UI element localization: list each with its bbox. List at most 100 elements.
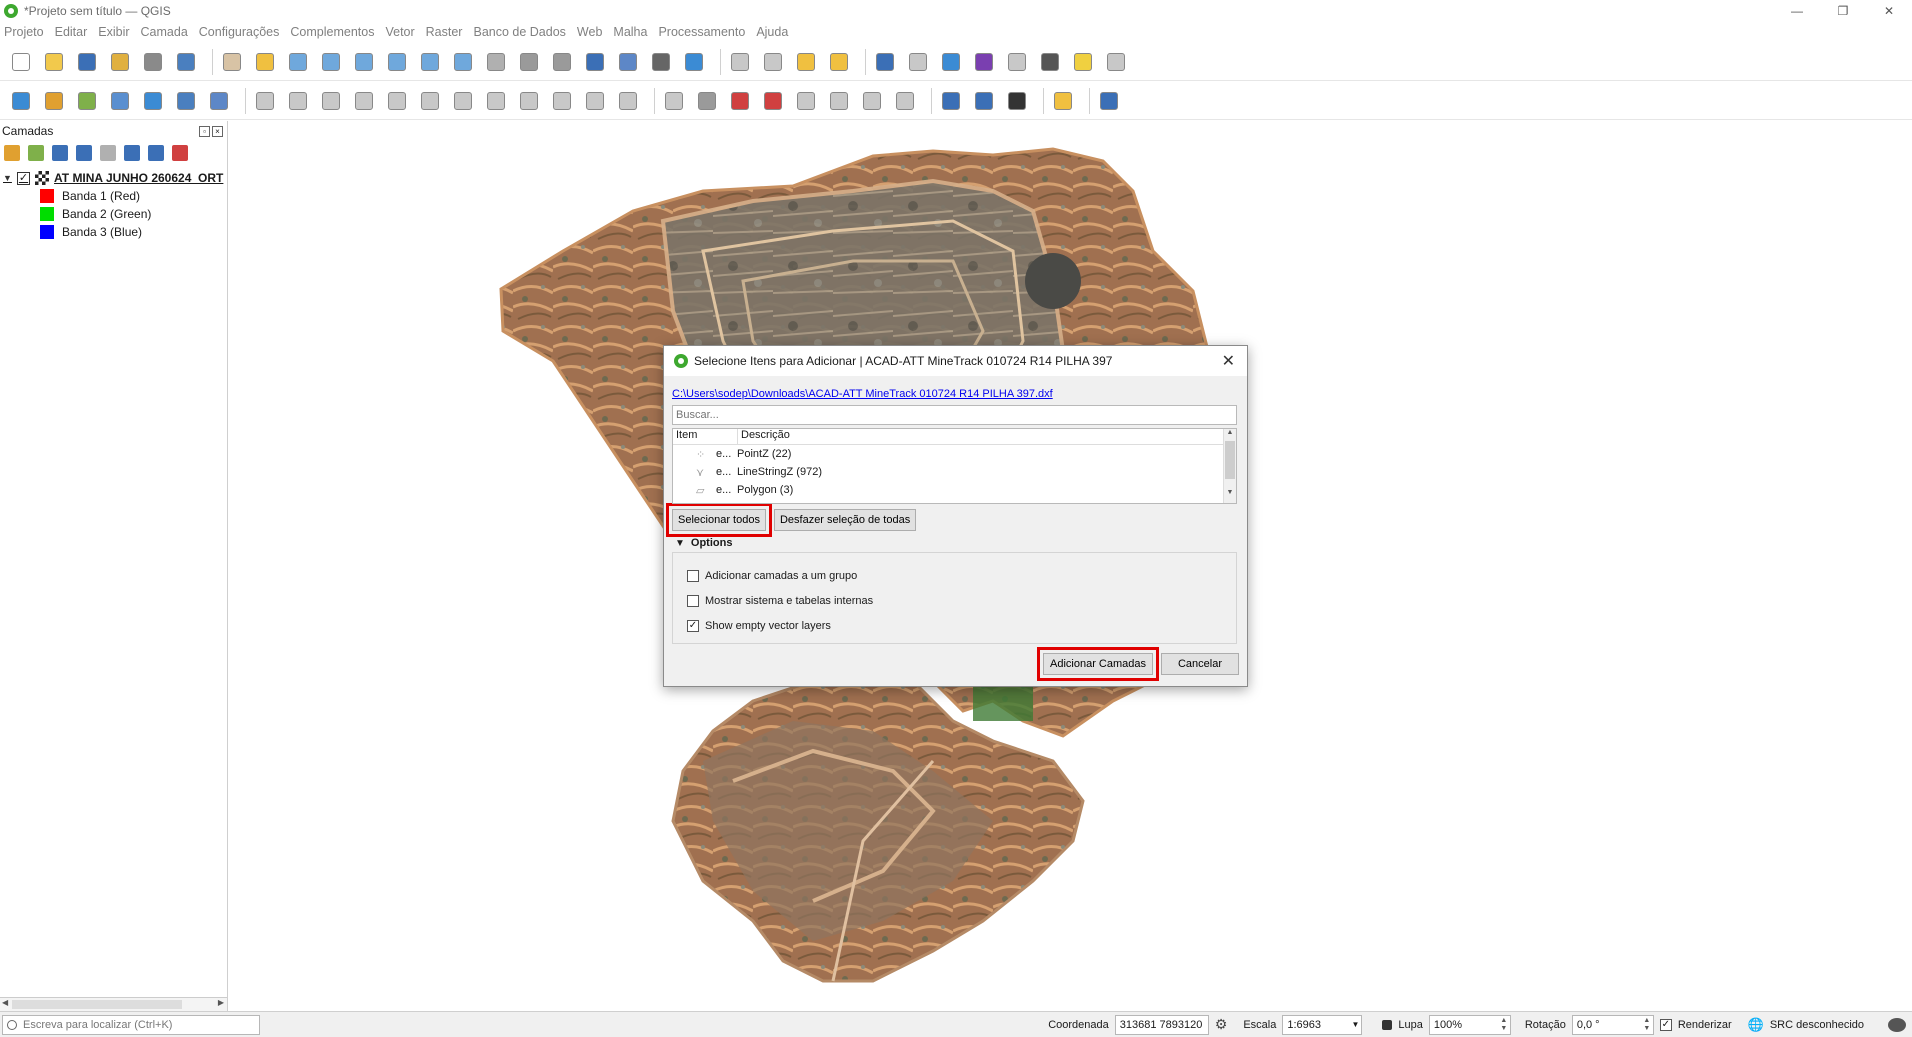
menu-editar[interactable]: Editar: [55, 25, 88, 39]
statistics-button[interactable]: [971, 49, 997, 75]
close-panel-icon[interactable]: ×: [212, 125, 223, 137]
menu-camada[interactable]: Camada: [141, 25, 188, 39]
open-styling-icon[interactable]: [4, 145, 20, 161]
paste-features-button[interactable]: [549, 88, 575, 114]
globe-cloud-button[interactable]: [1004, 88, 1030, 114]
add-mesh-button[interactable]: [206, 88, 232, 114]
select-by-location-button[interactable]: [826, 49, 852, 75]
field-calculator-button[interactable]: [1004, 49, 1030, 75]
zoom-to-layer-button[interactable]: [417, 49, 443, 75]
menu-malha[interactable]: Malha: [613, 25, 647, 39]
pan-button[interactable]: [219, 49, 245, 75]
list-item[interactable]: ⋎ e... LineStringZ (972): [673, 463, 1236, 481]
expand-all-icon[interactable]: [124, 145, 140, 161]
label-toolbar-button[interactable]: [661, 88, 687, 114]
toolbox-button[interactable]: [938, 49, 964, 75]
magnifier-field[interactable]: 100% ▲ ▼: [1428, 1014, 1511, 1035]
new-shapefile-button[interactable]: [74, 88, 100, 114]
style-manager-button[interactable]: [173, 49, 199, 75]
list-item[interactable]: ⁘ e... PointZ (22): [673, 445, 1236, 463]
menu-exibir[interactable]: Exibir: [98, 25, 129, 39]
menu-complementos[interactable]: Complementos: [290, 25, 374, 39]
remove-layer-icon[interactable]: [172, 145, 188, 161]
label-rotate-button[interactable]: [826, 88, 852, 114]
items-list-scrollbar[interactable]: ▲ ▼: [1223, 429, 1236, 503]
scroll-down-icon[interactable]: ▼: [1224, 489, 1236, 501]
measure-button[interactable]: [1037, 49, 1063, 75]
option-row[interactable]: Adicionar camadas a um grupo: [673, 563, 1236, 588]
deselect-all-button[interactable]: Desfazer seleção de todas: [773, 509, 917, 531]
digitize-button[interactable]: [351, 88, 377, 114]
option-row[interactable]: Mostrar sistema e tabelas internas: [673, 588, 1236, 613]
new-print-layout-button[interactable]: [107, 49, 133, 75]
minimize-button[interactable]: —: [1774, 0, 1820, 22]
extent-toggle-icon[interactable]: ⚙: [1215, 1016, 1228, 1033]
zoom-in-button[interactable]: [285, 49, 311, 75]
clock-button[interactable]: [648, 49, 674, 75]
menu-web[interactable]: Web: [577, 25, 602, 39]
open-project-button[interactable]: [41, 49, 67, 75]
close-window-button[interactable]: ✕: [1866, 0, 1912, 22]
new-geopackage-button[interactable]: [41, 88, 67, 114]
help-button[interactable]: [1096, 88, 1122, 114]
add-layers-button[interactable]: Adicionar Camadas: [1037, 647, 1159, 681]
add-group-icon[interactable]: [28, 145, 44, 161]
locator-search[interactable]: Escreva para localizar (Ctrl+K): [2, 1014, 260, 1035]
temporal-controller-button[interactable]: [582, 49, 608, 75]
label-change-button[interactable]: [859, 88, 885, 114]
label-show-hide-button[interactable]: [892, 88, 918, 114]
label-pin-button[interactable]: [694, 88, 720, 114]
globe-search-button[interactable]: [971, 88, 997, 114]
new-map-view-button[interactable]: [516, 49, 542, 75]
filter-expression-icon[interactable]: [100, 145, 116, 161]
cancel-button[interactable]: Cancelar: [1161, 653, 1239, 675]
attribute-table-button[interactable]: [905, 49, 931, 75]
toggle-editing-button[interactable]: [285, 88, 311, 114]
scrollbar-thumb[interactable]: [12, 1000, 182, 1009]
save-project-button[interactable]: [74, 49, 100, 75]
rotation-spinner[interactable]: ▲ ▼: [1641, 1017, 1653, 1033]
label-highlight-button[interactable]: [727, 88, 753, 114]
data-source-manager-button[interactable]: [8, 88, 34, 114]
map-tips-button[interactable]: [1070, 49, 1096, 75]
menu-vetor[interactable]: Vetor: [385, 25, 414, 39]
crs-globe-icon[interactable]: 🌐: [1748, 1017, 1764, 1033]
options-section-header[interactable]: ▼ Options: [672, 537, 1239, 549]
list-item[interactable]: ▱ e... Polygon (3): [673, 481, 1236, 499]
cut-features-button[interactable]: [483, 88, 509, 114]
new-3d-view-button[interactable]: [549, 49, 575, 75]
file-path-link[interactable]: C:\Users\sodep\Downloads\ACAD-ATT MineTr…: [672, 388, 1239, 400]
rotation-field[interactable]: 0,0 ° ▲ ▼: [1571, 1014, 1654, 1035]
chevron-down-icon[interactable]: ▼: [1351, 1020, 1359, 1029]
python-console-button[interactable]: [1050, 88, 1076, 114]
filter-legend-icon[interactable]: [76, 145, 92, 161]
messages-icon[interactable]: [1888, 1017, 1906, 1032]
delete-selected-button[interactable]: [450, 88, 476, 114]
select-by-value-button[interactable]: [760, 49, 786, 75]
new-spatialite-button[interactable]: [107, 88, 133, 114]
restore-button[interactable]: ❐: [1820, 0, 1866, 22]
layers-panel-hscrollbar[interactable]: ◀ ▶: [0, 997, 227, 1011]
magnifier-spinner[interactable]: ▲ ▼: [1498, 1017, 1510, 1033]
manage-visibility-icon[interactable]: [52, 145, 68, 161]
column-item[interactable]: Item: [673, 429, 738, 444]
zoom-native-button[interactable]: [450, 49, 476, 75]
zoom-to-selection-button[interactable]: [384, 49, 410, 75]
lock-icon[interactable]: [1382, 1019, 1393, 1030]
add-raster-button[interactable]: [173, 88, 199, 114]
float-panel-icon[interactable]: ▫: [199, 125, 210, 137]
close-dialog-button[interactable]: ✕: [1222, 351, 1235, 371]
undo-button[interactable]: [582, 88, 608, 114]
zoom-last-button[interactable]: [483, 49, 509, 75]
new-temp-layer-button[interactable]: [140, 88, 166, 114]
search-input[interactable]: [672, 405, 1237, 425]
menu-configurações[interactable]: Configurações: [199, 25, 280, 39]
menu-processamento[interactable]: Processamento: [658, 25, 745, 39]
globe-plus-button[interactable]: [938, 88, 964, 114]
scroll-up-icon[interactable]: ▲: [1224, 429, 1236, 441]
modify-attributes-button[interactable]: [417, 88, 443, 114]
zoom-full-button[interactable]: [351, 49, 377, 75]
select-all-button[interactable]: Selecionar todos: [666, 503, 772, 537]
bookmarks-button[interactable]: [615, 49, 641, 75]
menu-raster[interactable]: Raster: [426, 25, 463, 39]
